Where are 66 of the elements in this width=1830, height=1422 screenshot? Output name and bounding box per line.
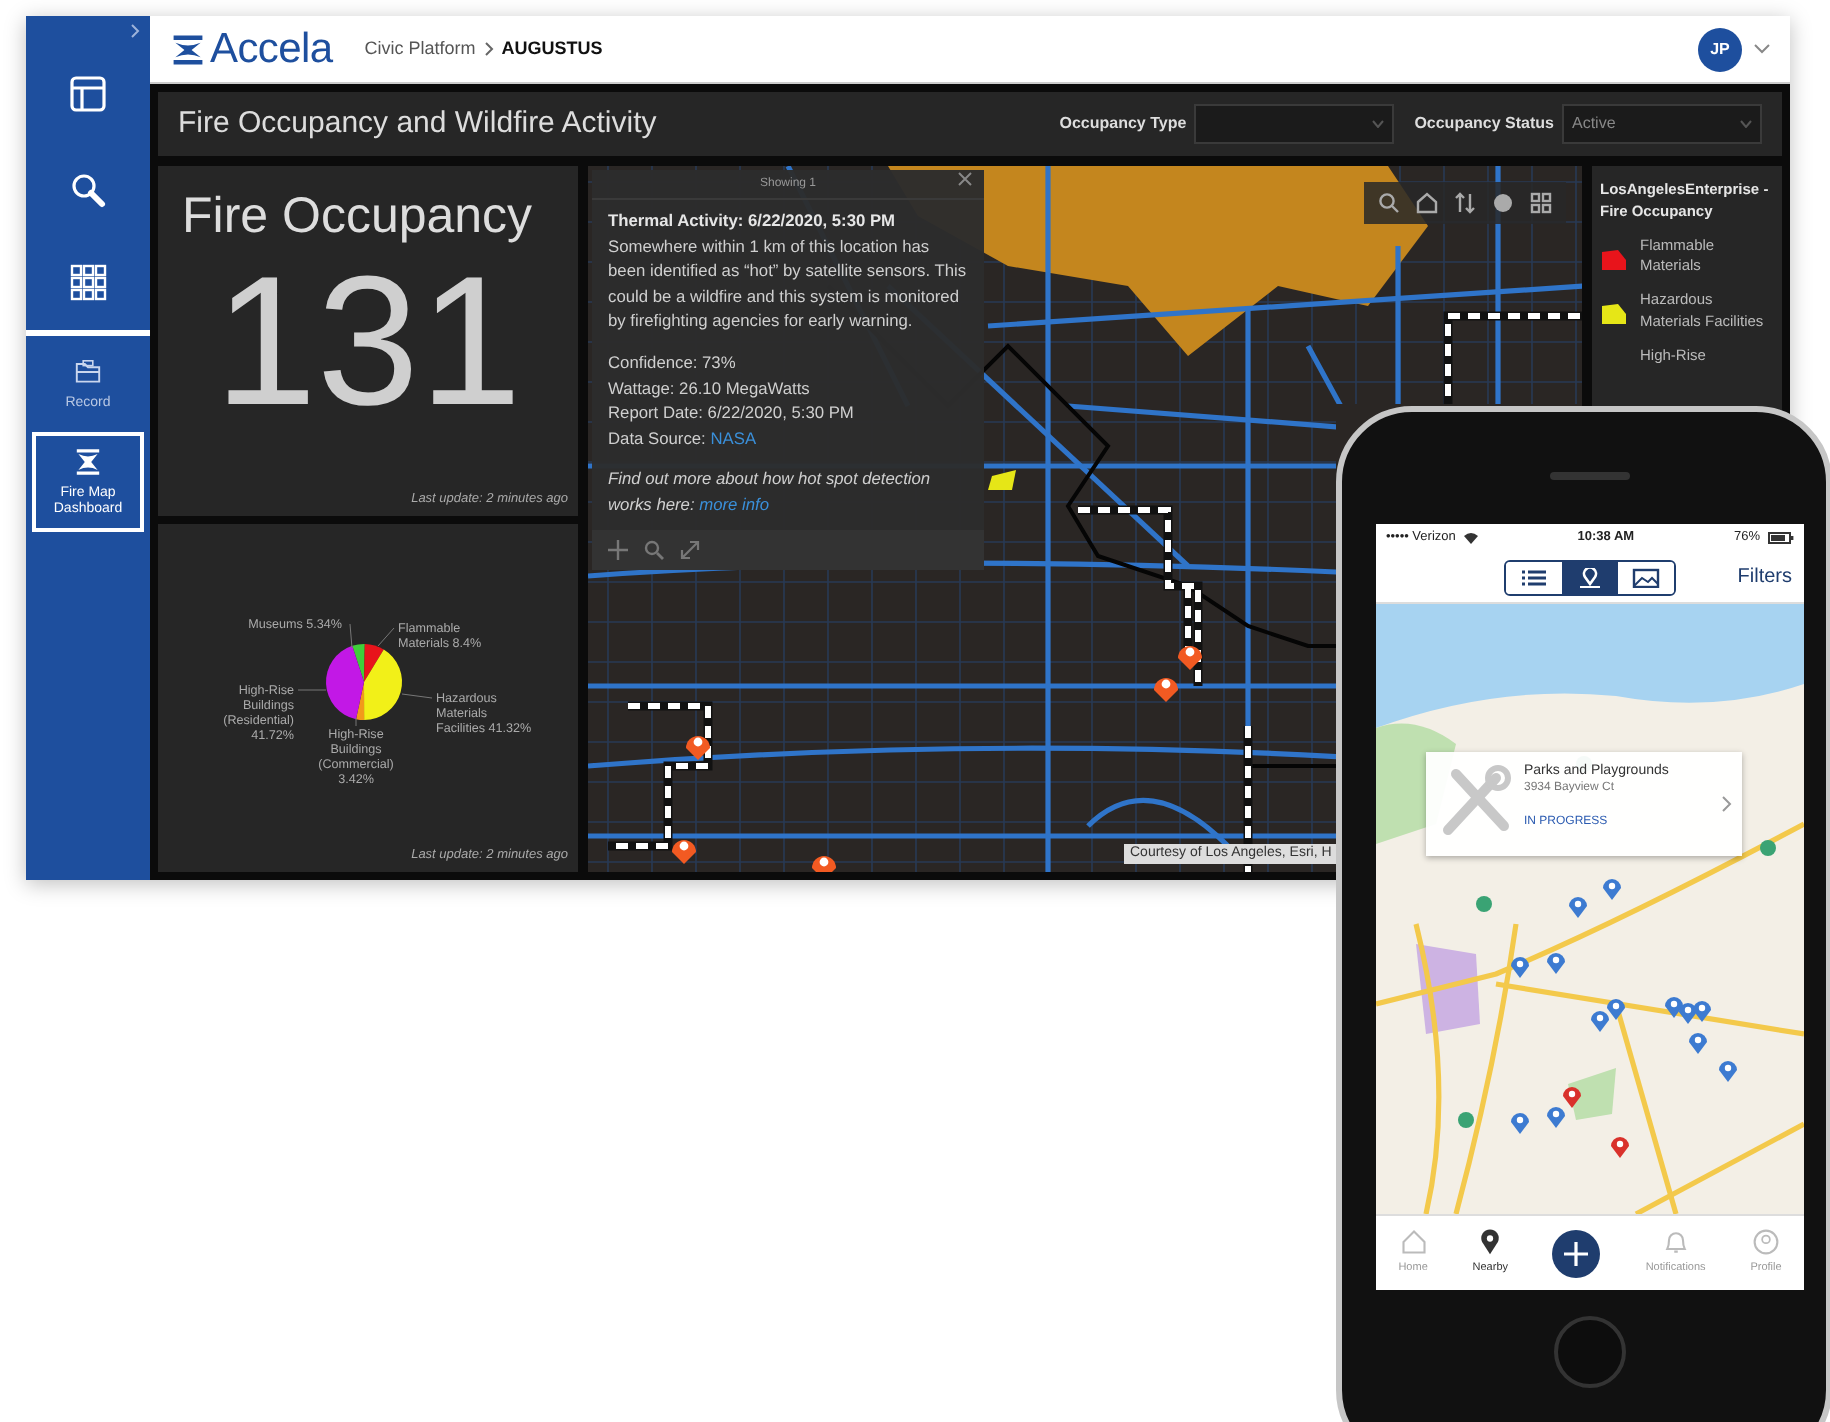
search-icon <box>68 170 108 210</box>
more-info-link[interactable]: more info <box>699 494 770 515</box>
filter-label: Occupancy Type <box>1059 112 1187 136</box>
popup-detail: Wattage: 26.10 MegaWatts <box>608 375 812 401</box>
breadcrumb-item[interactable]: Civic Platform <box>364 35 476 63</box>
grid-button[interactable] <box>1530 192 1552 214</box>
search-icon <box>1378 192 1400 214</box>
breadcrumb-item: AUGUSTUS <box>501 35 603 62</box>
data-source-text: Data Source: NASA <box>608 425 759 451</box>
zoom-button[interactable] <box>644 539 664 560</box>
popup-note: Find out more about how hot spot detection works here: more info <box>608 466 933 518</box>
dashboard-title: Fire Occupancy and Wildfire Activity <box>178 103 657 144</box>
folder-icon <box>72 356 104 388</box>
search-button[interactable] <box>1378 192 1400 214</box>
speaker-slot <box>1550 472 1630 480</box>
arrows-icon <box>1454 192 1476 214</box>
add-button[interactable] <box>1552 1229 1601 1277</box>
home-button[interactable] <box>1416 192 1438 214</box>
move-button[interactable] <box>608 539 628 560</box>
photo-icon <box>1632 567 1660 587</box>
popup-description: Somewhere within 1 km of this location has been identified as “hot” by satellite sensors. This could be a wildfire and this system is monitored by firefighting agencies for early warning. <box>608 233 968 335</box>
map-pin-icon <box>1576 567 1604 587</box>
logo-text: Accela <box>210 23 333 76</box>
plus-icon <box>1552 1229 1601 1277</box>
nasa-link[interactable]: NASA <box>710 427 757 448</box>
close-icon <box>958 172 972 186</box>
battery-icon <box>1767 532 1794 544</box>
caret-icon <box>1372 120 1385 128</box>
home-icon <box>1416 192 1438 214</box>
hourglass-icon <box>72 446 104 479</box>
expand-icon <box>680 539 700 560</box>
leader-line <box>377 627 395 647</box>
chevron-right-icon <box>130 24 140 38</box>
move-icon <box>608 539 628 560</box>
view-toggle-button[interactable] <box>1562 561 1618 593</box>
chevron-down-icon <box>1754 44 1770 54</box>
logo-icon <box>170 31 206 67</box>
zoom-icon <box>644 539 664 560</box>
list-icon <box>1520 567 1548 587</box>
popup-title: Thermal Activity: 6/22/2020, 5:30 PM <box>608 208 898 234</box>
bell-icon <box>1661 1228 1690 1257</box>
leader-line <box>355 717 357 727</box>
popup-detail: Confidence: 73% <box>608 350 738 376</box>
grid-icon <box>1530 192 1552 214</box>
stat-title: Fire Occupancy <box>180 186 535 246</box>
layout-icon <box>68 74 108 114</box>
close-button[interactable] <box>958 172 972 186</box>
leader-line <box>401 693 433 699</box>
popup-detail: Report Date: 6/22/2020, 5:30 PM <box>608 400 856 426</box>
filter-label: Occupancy Status <box>1414 112 1554 136</box>
pin-icon <box>1476 1228 1505 1257</box>
chevron-right-icon <box>483 42 494 56</box>
person-icon <box>1752 1228 1780 1257</box>
caret-icon <box>1740 120 1752 128</box>
filters-button[interactable]: Filters <box>1737 562 1792 592</box>
wifi-icon <box>1463 532 1478 544</box>
leader-line <box>349 623 353 649</box>
leader-line <box>297 689 327 691</box>
occupancy-status-select[interactable]: Active <box>1562 104 1762 144</box>
user-avatar[interactable]: JP <box>1698 27 1742 71</box>
arrows-button[interactable] <box>1454 192 1476 214</box>
expand-button[interactable] <box>680 539 700 560</box>
house-icon <box>1399 1228 1428 1257</box>
chevron-right-icon <box>1722 796 1732 812</box>
stat-value: 131 <box>212 250 522 434</box>
apps-icon <box>68 262 108 302</box>
